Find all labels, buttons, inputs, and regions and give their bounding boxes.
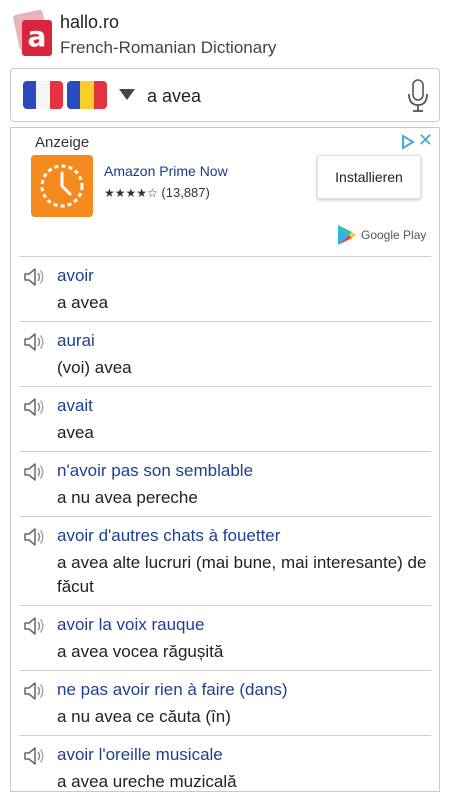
dictionary-entry[interactable]: ne pas avoir rien à faire (dans) a nu ave… xyxy=(19,670,431,735)
dictionary-entry[interactable]: avoir l'oreille musicale a avea ureche mu… xyxy=(19,735,431,800)
romanian-translation: a avea xyxy=(57,293,109,312)
romanian-translation: avea xyxy=(57,423,94,442)
app-subtitle: French-Romanian Dictionary xyxy=(60,38,277,57)
amazon-prime-now-app-icon[interactable] xyxy=(31,155,93,217)
french-term[interactable]: avoir l'oreille musicale xyxy=(57,742,431,768)
dictionary-entry[interactable]: aurai (voi) avea xyxy=(19,321,431,386)
ad-choices-icon[interactable]: ✕ xyxy=(399,132,433,152)
app-header: a hallo.ro French-Romanian Dictionary xyxy=(0,0,450,66)
dictionary-entry[interactable]: avoir a avea xyxy=(19,256,431,321)
speaker-icon[interactable] xyxy=(23,266,47,288)
french-term[interactable]: n'avoir pas son semblable xyxy=(57,458,431,484)
google-play-label: Google Play xyxy=(361,228,427,242)
language-dropdown-icon[interactable] xyxy=(119,89,135,100)
ad-close-icon[interactable]: ✕ xyxy=(418,132,433,150)
ad-rating: ★★★★☆ (13,887) xyxy=(104,185,210,200)
search-bar xyxy=(10,68,440,122)
google-play-icon xyxy=(338,225,356,245)
dictionary-entry[interactable]: avoir d'autres chats à fouetter a avea al… xyxy=(19,516,431,605)
ad-banner[interactable]: Anzeige ✕ Amazon Prime Now ★★★★☆ (13,887… xyxy=(11,128,439,256)
romanian-translation: (voi) avea xyxy=(57,358,132,377)
speaker-icon[interactable] xyxy=(23,680,47,702)
rating-count: (13,887) xyxy=(161,185,210,200)
speaker-icon[interactable] xyxy=(23,396,47,418)
app-logo-icon: a xyxy=(12,9,52,56)
rating-stars-icon: ★★★★☆ xyxy=(104,186,158,200)
speaker-icon[interactable] xyxy=(23,615,47,637)
results-panel: Anzeige ✕ Amazon Prime Now ★★★★☆ (13,887… xyxy=(10,127,440,792)
google-play-badge[interactable]: Google Play xyxy=(337,224,426,246)
search-input[interactable] xyxy=(147,83,387,109)
romanian-translation: a avea alte lucruri (mai bune, mai inter… xyxy=(57,553,427,596)
dictionary-entry[interactable]: avait avea xyxy=(19,386,431,451)
romanian-translation: a avea vocea răgușită xyxy=(57,642,224,661)
speaker-icon[interactable] xyxy=(23,745,47,767)
french-term[interactable]: avoir d'autres chats à fouetter xyxy=(57,523,431,549)
french-flag-icon[interactable] xyxy=(23,81,63,109)
app-title: hallo.ro xyxy=(60,12,120,32)
dictionary-entry[interactable]: n'avoir pas son semblable a nu avea perec… xyxy=(19,451,431,516)
french-term[interactable]: avait xyxy=(57,393,431,419)
speaker-icon[interactable] xyxy=(23,461,47,483)
romanian-translation: a nu avea ce căuta (în) xyxy=(57,707,231,726)
romanian-translation: a avea ureche muzicală xyxy=(57,772,237,791)
french-term[interactable]: avoir xyxy=(57,263,431,289)
romanian-flag-icon[interactable] xyxy=(67,81,107,109)
romanian-translation: a nu avea pereche xyxy=(57,488,198,507)
install-button[interactable]: Installieren xyxy=(317,155,421,199)
french-term[interactable]: avoir la voix rauque xyxy=(57,612,431,638)
french-term[interactable]: ne pas avoir rien à faire (dans) xyxy=(57,677,431,703)
microphone-icon[interactable] xyxy=(407,79,429,113)
dictionary-entry[interactable]: avoir la voix rauque a avea vocea răgușit… xyxy=(19,605,431,670)
speaker-icon[interactable] xyxy=(23,331,47,353)
ad-label: Anzeige xyxy=(35,134,90,151)
entry-list: avoir a avea aurai (voi) avea avait avea n'avo… xyxy=(19,256,431,800)
speaker-icon[interactable] xyxy=(23,526,47,548)
ad-app-title[interactable]: Amazon Prime Now xyxy=(104,163,228,179)
french-term[interactable]: aurai xyxy=(57,328,431,354)
